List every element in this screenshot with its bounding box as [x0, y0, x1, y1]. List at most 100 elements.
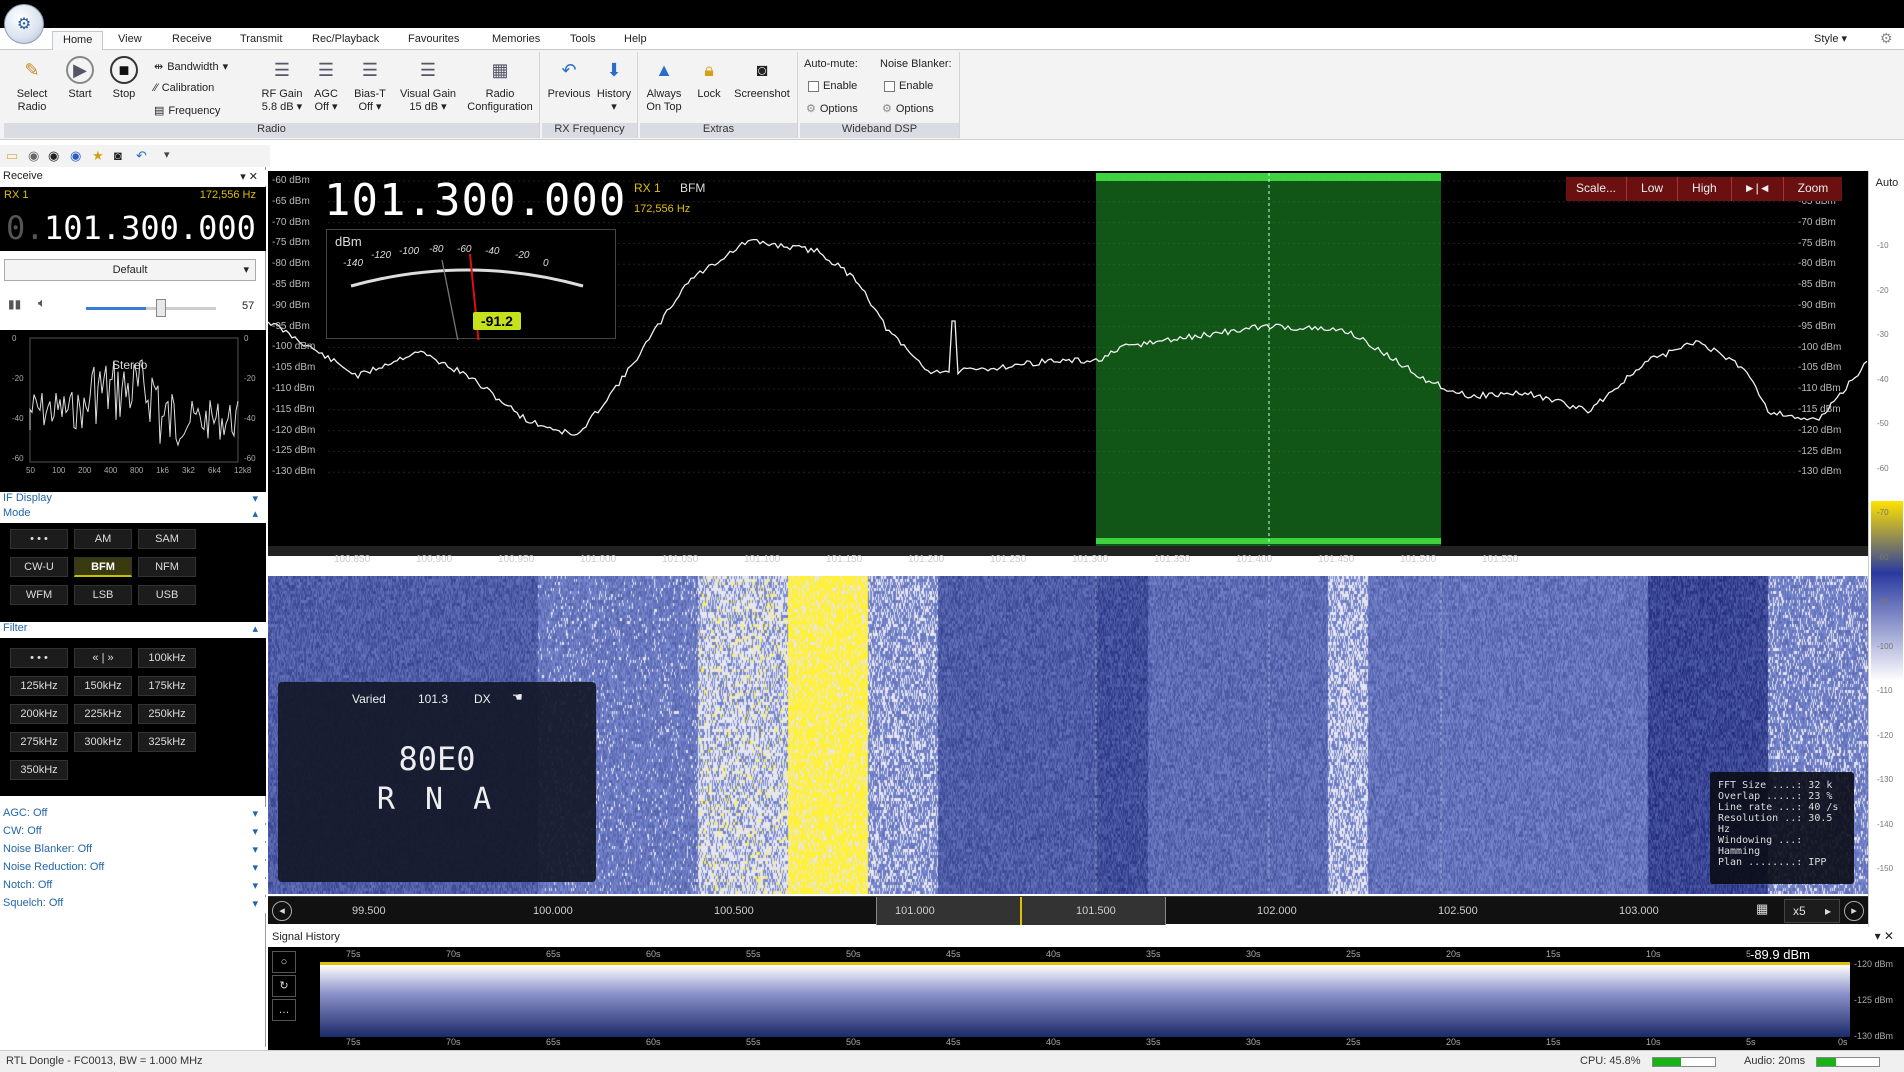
cw-option[interactable]: CW: Off ▾: [0, 825, 266, 841]
noise-reduction-option[interactable]: Noise Reduction: Off ▾: [0, 861, 266, 877]
mode-usb-button[interactable]: USB: [138, 585, 196, 605]
speaker-icon[interactable]: 🔈︎: [38, 295, 46, 311]
scroll-left-button[interactable]: ◂: [272, 901, 292, 921]
bandwidth-button[interactable]: ⇹ Bandwidth ▾: [154, 60, 228, 74]
always-on-top-button[interactable]: ▲ Always On Top: [642, 56, 686, 114]
squelch-option[interactable]: Squelch: Off ▾: [0, 897, 266, 913]
pin-close-icon[interactable]: ▾ ✕: [240, 170, 258, 186]
filter-175khz-button[interactable]: 175kHz: [138, 676, 196, 696]
stop-button[interactable]: ■ Stop: [104, 56, 144, 101]
auto-button[interactable]: Auto: [1871, 177, 1903, 189]
auto-mute-options-button[interactable]: ⚙ Options: [806, 102, 858, 116]
start-button[interactable]: ▶ Start: [60, 56, 100, 101]
volume-slider[interactable]: [86, 299, 216, 317]
filter-adjust-button[interactable]: « | »: [74, 648, 132, 668]
mode-cwu-button[interactable]: CW-U: [10, 557, 68, 577]
frequency-button[interactable]: ▤ Frequency: [154, 104, 220, 118]
tab-help[interactable]: Help: [614, 31, 657, 50]
overview-bar[interactable]: ◂ ▦ x5 ▸ ▸ 99.500 100.000 100.500 101.000 10…: [268, 896, 1868, 925]
filter-more-button[interactable]: • • •: [10, 648, 68, 668]
filter-250khz-button[interactable]: 250kHz: [138, 704, 196, 724]
mode-nfm-button[interactable]: NFM: [138, 557, 196, 577]
history-reset-icon[interactable]: ↻: [272, 975, 296, 997]
mode-am-button[interactable]: AM: [74, 529, 132, 549]
filter-350khz-button[interactable]: 350kHz: [10, 760, 68, 780]
frequency-value[interactable]: 101.300.000: [44, 209, 256, 247]
previous-button[interactable]: ↶ Previous: [546, 56, 592, 101]
mode-more-button[interactable]: • • •: [10, 529, 68, 549]
tab-view[interactable]: View: [108, 31, 152, 50]
star-icon[interactable]: ★: [92, 148, 104, 164]
auto-mute-enable-checkbox[interactable]: Enable: [808, 80, 857, 92]
scroll-right-button[interactable]: ▸: [1844, 901, 1864, 921]
visual-gain-button[interactable]: ☰ Visual Gain 15 dB ▾: [396, 56, 460, 114]
history-more-icon[interactable]: …: [272, 999, 296, 1021]
undo-icon[interactable]: ↶: [136, 148, 147, 164]
calibration-button[interactable]: ⁄⁄ Calibration: [154, 82, 214, 94]
tab-tools[interactable]: Tools: [560, 31, 606, 50]
noise-blanker-option[interactable]: Noise Blanker: Off ▾: [0, 843, 266, 859]
filter-200khz-button[interactable]: 200kHz: [10, 704, 68, 724]
tab-memories[interactable]: Memories: [482, 31, 550, 50]
filter-325khz-button[interactable]: 325kHz: [138, 732, 196, 752]
customize-icon[interactable]: ▾: [164, 148, 170, 161]
play-icon[interactable]: ◉: [28, 148, 39, 164]
history-button[interactable]: ⬇ History ▾: [594, 56, 634, 114]
noise-blanker-options-button[interactable]: ⚙ Options: [882, 102, 934, 116]
settings-gear-icon[interactable]: ⚙: [1880, 30, 1893, 47]
scale-button[interactable]: Scale...: [1566, 177, 1628, 201]
filter-300khz-button[interactable]: 300kHz: [74, 732, 132, 752]
select-radio-button[interactable]: ✎ Select Radio: [10, 56, 54, 114]
tab-home[interactable]: Home: [52, 31, 104, 50]
volume-slider-thumb[interactable]: [156, 299, 166, 317]
filter-275khz-button[interactable]: 275kHz: [10, 732, 68, 752]
hand-icon[interactable]: ☚: [512, 690, 523, 704]
mode-wfm-button[interactable]: WFM: [10, 585, 68, 605]
right-scale-tick: -150: [1877, 864, 1894, 873]
notch-option[interactable]: Notch: Off ▾: [0, 879, 266, 895]
app-menu-button[interactable]: ⚙: [4, 4, 44, 44]
scope-x-tick: 200: [78, 466, 92, 475]
spectrum-icon[interactable]: ▮▮: [8, 297, 21, 311]
mode-bfm-button[interactable]: BFM: [74, 557, 132, 577]
folder-icon[interactable]: ▭: [6, 148, 18, 164]
waterfall-display[interactable]: Varied 101.3 DX ☚ 80E0 R N A FFT Size ..…: [268, 576, 1868, 894]
agc-button[interactable]: ☰ AGC Off ▾: [308, 56, 344, 114]
keyboard-icon[interactable]: ▦: [1756, 901, 1768, 917]
mode-sam-button[interactable]: SAM: [138, 529, 196, 549]
screenshot-button[interactable]: ◙ Screenshot: [730, 56, 794, 101]
if-display-section[interactable]: IF Display ▾: [0, 492, 266, 508]
filter-225khz-button[interactable]: 225kHz: [74, 704, 132, 724]
zoom-selector[interactable]: x5 ▸: [1784, 899, 1840, 923]
signal-history-controls[interactable]: ▾ ✕: [1875, 929, 1894, 943]
filter-100khz-button[interactable]: 100kHz: [138, 648, 196, 668]
main-frequency[interactable]: 101.300.000: [324, 175, 626, 226]
filter-section[interactable]: Filter ▴: [0, 622, 266, 638]
zoom-button[interactable]: Zoom: [1784, 177, 1843, 201]
agc-option[interactable]: AGC: Off ▾: [0, 807, 266, 823]
profile-dropdown[interactable]: Default ▾: [4, 259, 256, 281]
mode-section[interactable]: Mode ▴: [0, 507, 266, 523]
spectrum-display[interactable]: -60 dBm -65 dBm -70 dBm -75 dBm -80 dBm -85 d…: [267, 171, 1868, 565]
center-button[interactable]: ►|◄: [1732, 177, 1784, 201]
color-scale[interactable]: [1871, 501, 1903, 681]
high-button[interactable]: High: [1678, 177, 1732, 201]
tab-rec-playback[interactable]: Rec/Playback: [302, 31, 389, 50]
tab-receive[interactable]: Receive: [162, 31, 222, 50]
stop-icon[interactable]: ◉: [48, 148, 59, 164]
rf-gain-button[interactable]: ☰ RF Gain 5.8 dB ▾: [260, 56, 304, 114]
tab-transmit[interactable]: Transmit: [230, 31, 292, 50]
noise-blanker-enable-checkbox[interactable]: Enable: [884, 80, 933, 92]
history-mode-icon[interactable]: ○: [272, 951, 296, 973]
style-menu[interactable]: Style ▾: [1814, 32, 1847, 45]
radio-configuration-button[interactable]: ▦ Radio Configuration: [464, 56, 536, 114]
lock-button[interactable]: 🔒︎ Lock: [692, 56, 726, 101]
filter-125khz-button[interactable]: 125kHz: [10, 676, 68, 696]
camera-icon[interactable]: ◙: [114, 148, 122, 163]
low-button[interactable]: Low: [1627, 177, 1679, 201]
mode-lsb-button[interactable]: LSB: [74, 585, 132, 605]
filter-150khz-button[interactable]: 150kHz: [74, 676, 132, 696]
bias-t-button[interactable]: ☰ Bias-T Off ▾: [350, 56, 390, 114]
tab-favourites[interactable]: Favourites: [398, 31, 469, 50]
add-icon[interactable]: ◉: [70, 148, 81, 164]
